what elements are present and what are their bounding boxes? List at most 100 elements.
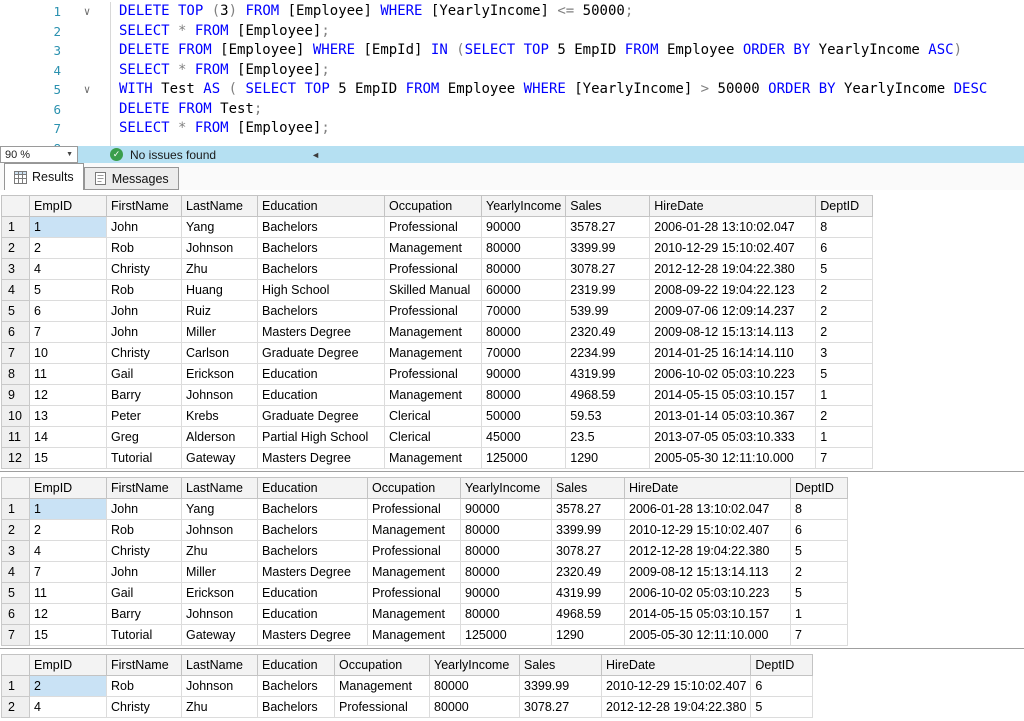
column-header[interactable]: YearlyIncome bbox=[482, 196, 566, 217]
code-line[interactable]: 7SELECT * FROM [Employee]; bbox=[0, 119, 1024, 139]
grid-cell[interactable]: Zhu bbox=[182, 697, 258, 718]
grid-cell[interactable]: Miller bbox=[182, 322, 258, 343]
grid-cell[interactable]: Yang bbox=[182, 217, 258, 238]
grid-cell[interactable]: 15 bbox=[30, 448, 107, 469]
grid-cell[interactable]: Education bbox=[258, 604, 368, 625]
grid-cell[interactable]: 3399.99 bbox=[520, 676, 602, 697]
grid-cell[interactable]: 2013-07-05 05:03:10.333 bbox=[650, 427, 816, 448]
grid-cell[interactable]: 125000 bbox=[461, 625, 552, 646]
grid-cell[interactable]: 7 bbox=[816, 448, 873, 469]
grid-cell[interactable]: 14 bbox=[30, 427, 107, 448]
grid-cell[interactable]: Professional bbox=[385, 259, 482, 280]
row-header[interactable]: 3 bbox=[2, 259, 30, 280]
code-line[interactable]: 5∨WITH Test AS ( SELECT TOP 5 EmpID FROM… bbox=[0, 80, 1024, 100]
row-header[interactable]: 2 bbox=[2, 697, 30, 718]
grid-cell[interactable]: John bbox=[107, 562, 182, 583]
code-line[interactable]: 4SELECT * FROM [Employee]; bbox=[0, 61, 1024, 81]
grid-cell[interactable]: 6 bbox=[791, 520, 848, 541]
grid-cell[interactable]: Christy bbox=[107, 343, 182, 364]
grid-cell[interactable]: Johnson bbox=[182, 676, 258, 697]
grid-cell[interactable]: 90000 bbox=[482, 217, 566, 238]
grid-cell[interactable]: Christy bbox=[107, 541, 182, 562]
grid-cell[interactable]: Johnson bbox=[182, 604, 258, 625]
grid-cell[interactable]: Erickson bbox=[182, 583, 258, 604]
row-header[interactable]: 8 bbox=[2, 364, 30, 385]
row-header[interactable]: 11 bbox=[2, 427, 30, 448]
code-line[interactable]: 1∨DELETE TOP (3) FROM [Employee] WHERE [… bbox=[0, 2, 1024, 22]
grid-cell[interactable]: Rob bbox=[107, 238, 182, 259]
grid-cell[interactable]: Management bbox=[385, 238, 482, 259]
grid-cell[interactable]: Bachelors bbox=[258, 259, 385, 280]
grid-cell[interactable]: Carlson bbox=[182, 343, 258, 364]
grid-cell[interactable]: 4 bbox=[30, 259, 107, 280]
grid-cell[interactable]: 23.5 bbox=[566, 427, 650, 448]
column-header[interactable]: Occupation bbox=[335, 655, 430, 676]
fold-collapse-icon[interactable]: ∨ bbox=[64, 2, 110, 22]
grid-cell[interactable]: Johnson bbox=[182, 385, 258, 406]
grid-cell[interactable]: 4 bbox=[30, 697, 107, 718]
grid-cell[interactable]: 59.53 bbox=[566, 406, 650, 427]
code-line[interactable]: 3DELETE FROM [Employee] WHERE [EmpId] IN… bbox=[0, 41, 1024, 61]
selected-cell[interactable]: 2 bbox=[30, 676, 107, 697]
grid-cell[interactable]: 5 bbox=[30, 280, 107, 301]
column-header[interactable]: Education bbox=[258, 478, 368, 499]
row-header[interactable]: 1 bbox=[2, 499, 30, 520]
grid-cell[interactable]: 7 bbox=[30, 562, 107, 583]
grid-cell[interactable]: Krebs bbox=[182, 406, 258, 427]
grid-cell[interactable]: Professional bbox=[368, 541, 461, 562]
grid-cell[interactable]: Bachelors bbox=[258, 541, 368, 562]
grid-cell[interactable]: 7 bbox=[30, 322, 107, 343]
grid-cell[interactable]: Graduate Degree bbox=[258, 343, 385, 364]
grid-cell[interactable]: 80000 bbox=[482, 259, 566, 280]
grid-cell[interactable]: Erickson bbox=[182, 364, 258, 385]
grid-cell[interactable]: Gateway bbox=[182, 448, 258, 469]
grid-cell[interactable]: Professional bbox=[385, 364, 482, 385]
grid-cell[interactable]: John bbox=[107, 217, 182, 238]
grid-cell[interactable]: 2014-05-15 05:03:10.157 bbox=[625, 604, 791, 625]
selected-cell[interactable]: 1 bbox=[30, 499, 107, 520]
column-header[interactable]: HireDate bbox=[602, 655, 751, 676]
column-header[interactable]: DeptID bbox=[816, 196, 873, 217]
grid-cell[interactable]: 2010-12-29 15:10:02.407 bbox=[602, 676, 751, 697]
grid-cell[interactable]: 4319.99 bbox=[552, 583, 625, 604]
column-header[interactable]: EmpID bbox=[30, 655, 107, 676]
grid-cell[interactable]: 4 bbox=[30, 541, 107, 562]
grid-cell[interactable]: 2009-08-12 15:13:14.113 bbox=[650, 322, 816, 343]
grid-cell[interactable]: 2320.49 bbox=[566, 322, 650, 343]
grid-cell[interactable]: 2 bbox=[30, 520, 107, 541]
grid-cell[interactable]: 1 bbox=[791, 604, 848, 625]
column-header[interactable]: Occupation bbox=[368, 478, 461, 499]
column-header[interactable]: EmpID bbox=[30, 478, 107, 499]
grid-cell[interactable]: 3078.27 bbox=[566, 259, 650, 280]
grid-cell[interactable]: Education bbox=[258, 364, 385, 385]
grid-cell[interactable]: 6 bbox=[751, 676, 813, 697]
grid-cell[interactable]: Christy bbox=[107, 697, 182, 718]
grid-cell[interactable]: Masters Degree bbox=[258, 322, 385, 343]
grid-cell[interactable]: 5 bbox=[816, 364, 873, 385]
row-header[interactable]: 3 bbox=[2, 541, 30, 562]
grid-cell[interactable]: 90000 bbox=[461, 499, 552, 520]
column-header[interactable]: FirstName bbox=[107, 196, 182, 217]
grid-cell[interactable]: 5 bbox=[791, 583, 848, 604]
grid-cell[interactable]: Management bbox=[368, 562, 461, 583]
column-header[interactable]: HireDate bbox=[625, 478, 791, 499]
grid-cell[interactable]: Education bbox=[258, 583, 368, 604]
zoom-selector[interactable]: 90 % ▼ bbox=[0, 146, 78, 163]
grid-cell[interactable]: 80000 bbox=[430, 676, 520, 697]
row-header[interactable]: 4 bbox=[2, 280, 30, 301]
grid-cell[interactable]: Management bbox=[385, 343, 482, 364]
row-header[interactable]: 9 bbox=[2, 385, 30, 406]
grid-cell[interactable]: 80000 bbox=[482, 385, 566, 406]
column-header[interactable]: YearlyIncome bbox=[461, 478, 552, 499]
grid-cell[interactable]: Professional bbox=[335, 697, 430, 718]
grid-cell[interactable]: Yang bbox=[182, 499, 258, 520]
grid-cell[interactable]: 2009-08-12 15:13:14.113 bbox=[625, 562, 791, 583]
grid-cell[interactable]: Zhu bbox=[182, 541, 258, 562]
grid-cell[interactable]: 90000 bbox=[482, 364, 566, 385]
grid-cell[interactable]: Masters Degree bbox=[258, 448, 385, 469]
grid-cell[interactable]: 2 bbox=[30, 238, 107, 259]
grid-cell[interactable]: Masters Degree bbox=[258, 625, 368, 646]
grid-cell[interactable]: 80000 bbox=[461, 604, 552, 625]
grid-cell[interactable]: 125000 bbox=[482, 448, 566, 469]
grid-cell[interactable]: 1 bbox=[816, 427, 873, 448]
